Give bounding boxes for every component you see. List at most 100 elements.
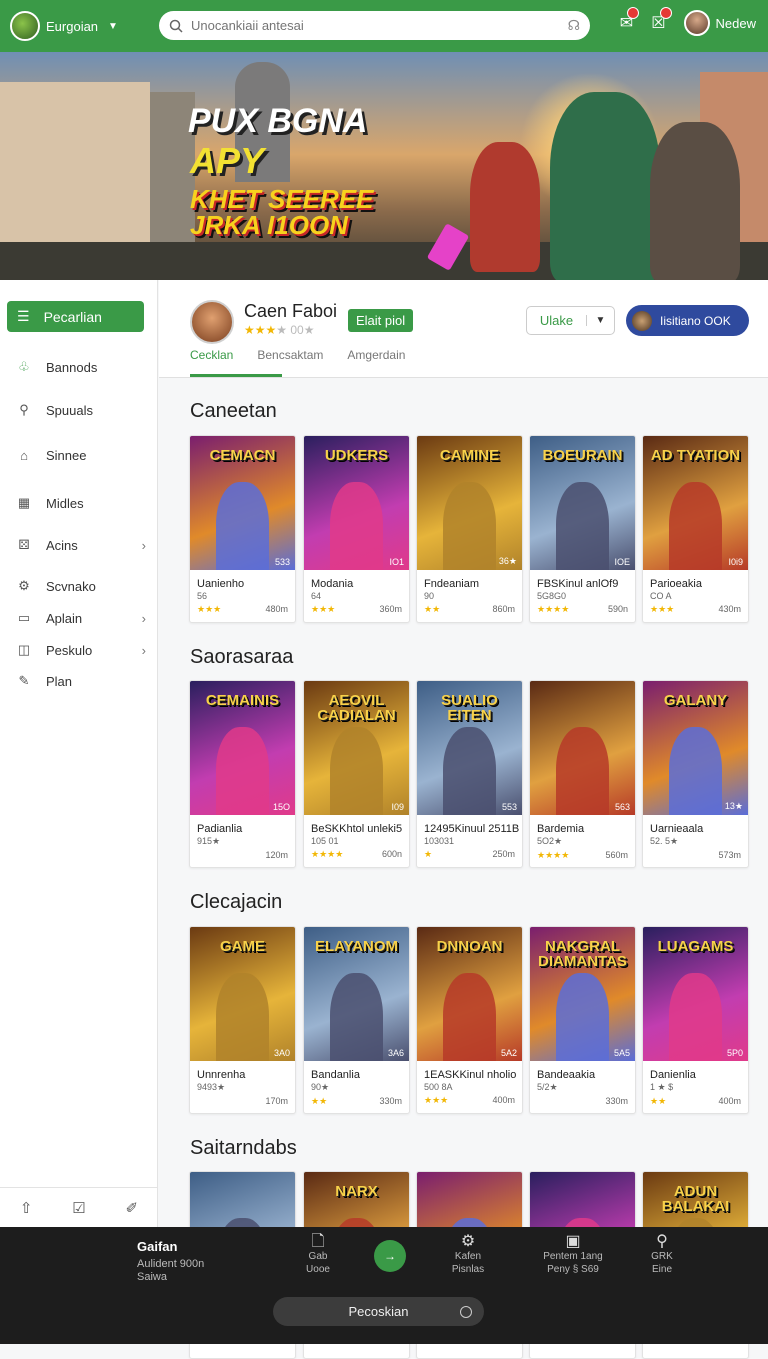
game-card[interactable]: NAKGRAL DIAMANTAS 5A5 Bandeaakia 5/2★ 330m xyxy=(529,926,636,1114)
sidebar-item-plan[interactable]: ✎ Plan xyxy=(16,673,146,689)
notifications-icon[interactable]: ✉ xyxy=(620,7,640,33)
download-size: 480m xyxy=(265,604,288,614)
game-card[interactable]: UDKERS IO1 Modania 64 ★★★ 360m xyxy=(303,435,410,623)
game-card[interactable]: ELAYANOM 3A6 Bandanlia 90★ ★★ 330m xyxy=(303,926,410,1114)
game-card[interactable]: CEMACN 533 Uanienho 56 ★★★ 480m xyxy=(189,435,296,623)
game-subinfo: 1 ★ $ xyxy=(650,1082,674,1092)
player-control-gab[interactable]: 🗋 Gab Uooe xyxy=(283,1234,353,1276)
game-name: Fndeaniam xyxy=(424,578,480,590)
game-cover-art: UDKERS IO1 xyxy=(304,436,409,570)
sidebar-item-midles[interactable]: ▦ Midles xyxy=(16,495,146,511)
game-card[interactable]: AD TYATION I0i9 Parioeakia CO A ★★★ 430m xyxy=(642,435,749,623)
player-bar-label: Pecoskian xyxy=(348,1304,409,1319)
tab-cecklan[interactable]: Cecklan xyxy=(190,348,233,362)
star-rating: ★★★★ xyxy=(537,604,570,614)
hero-line-4: JRKA I1OON xyxy=(190,210,348,240)
profile-badge[interactable]: Elait piol xyxy=(348,309,414,332)
sidebar-item-aplain[interactable]: ▭ Aplain › xyxy=(16,610,146,626)
hero-banner[interactable]: PUX BGNA APY KHET SEEREE JRKA I1OON xyxy=(0,52,768,280)
sidebar-item-acins[interactable]: ⚄ Acins › xyxy=(16,537,146,553)
cover-size: 5P0 xyxy=(726,1048,743,1058)
sidebar-primary-button[interactable]: ☰ Pecarlian xyxy=(7,301,144,332)
game-card[interactable]: GAME 3A0 Unnrenha 9493★ 170m xyxy=(189,926,296,1114)
play-button[interactable]: → xyxy=(374,1240,406,1272)
sidebar-item-sinnee[interactable]: ⌂ Sinnee xyxy=(16,448,146,463)
game-card[interactable]: SUALIO EITEN 553 12495Kinuul 2511B 103031 ★ 2… xyxy=(416,680,523,868)
mini-avatar xyxy=(632,310,652,331)
dice-icon: ⚄ xyxy=(18,537,30,552)
sidebar-item-label: Scvnako xyxy=(46,578,96,594)
cover-figure xyxy=(443,973,496,1061)
control-sub: Eine xyxy=(651,1264,672,1275)
game-card[interactable]: LUAGAMS 5P0 Danienlia 1 ★ $ ★★ 400m xyxy=(642,926,749,1114)
checklist-icon[interactable]: ☑ xyxy=(72,1199,85,1217)
user-menu[interactable]: Nedew xyxy=(683,10,756,36)
star-rating: ★★★ xyxy=(650,604,675,614)
tab-amgerdain[interactable]: Amgerdain xyxy=(347,348,405,362)
cover-size: 563 xyxy=(614,802,630,812)
cover-size: I09 xyxy=(391,802,404,812)
profile-action-label: Iisitiano OOK xyxy=(660,313,731,328)
sidebar-item-label: Aplain xyxy=(46,610,83,626)
sidebar-item-label: Acins xyxy=(46,537,78,553)
game-card[interactable]: CEMAINIS 15O Padianlia 915★ 120m xyxy=(189,680,296,868)
cover-title: UDKERS xyxy=(324,447,389,464)
game-cover-art: ELAYANOM 3A6 xyxy=(304,927,409,1061)
player-progress-bar[interactable]: Pecoskian xyxy=(273,1297,484,1326)
sidebar-item-scvnako[interactable]: ⚙ Scvnako xyxy=(16,578,146,594)
game-name: Bardemia xyxy=(537,823,585,835)
game-card[interactable]: BOEURAIN IOE FBSKinul anlOf9 5G8G0 ★★★★ 590n xyxy=(529,435,636,623)
upload-icon[interactable]: ⇧ xyxy=(20,1199,33,1217)
section-title: Saitarndabs xyxy=(190,1137,297,1159)
game-cover-art: AEOVIL CADIALAN I09 xyxy=(304,681,409,815)
game-card[interactable]: CAMINE 36★ Fndeaniam 90 ★★ 860m xyxy=(416,435,523,623)
player-control-pentem[interactable]: ▣ Pentem 1ang Peny § S69 xyxy=(533,1234,613,1276)
download-size: 250m xyxy=(492,849,515,859)
player-subtitle: Aulident 900n Saiwa xyxy=(137,1258,204,1284)
sidebar-item-peskulo[interactable]: ◫ Peskulo › xyxy=(16,642,146,658)
sidebar-item-bannods[interactable]: ♧ Bannods xyxy=(16,359,146,375)
sidebar-item-spuuals[interactable]: ⚲ Spuuals xyxy=(16,402,146,418)
profile-action-button[interactable]: Iisitiano OOK xyxy=(626,305,749,336)
player-control-grk[interactable]: ⚲ GRK Eine xyxy=(627,1234,697,1276)
cover-figure xyxy=(443,482,496,570)
cover-figure xyxy=(216,482,269,570)
game-card[interactable]: DNNOAN 5A2 1EASKKinul nholio 500 8A ★★★ 400m xyxy=(416,926,523,1114)
download-size: 330m xyxy=(605,1096,628,1106)
cover-figure xyxy=(216,727,269,815)
download-size: 590n xyxy=(607,604,628,614)
voice-search-icon[interactable]: ☊ xyxy=(568,17,580,34)
profile-header: Caen Faboi ★★★★ 00★ Elait piol Cecklan B… xyxy=(159,280,768,378)
download-size: 170m xyxy=(265,1096,288,1106)
cover-size: 5A2 xyxy=(500,1048,517,1058)
hero-character-3 xyxy=(650,122,740,280)
grid-icon: ▦ xyxy=(17,495,31,510)
download-size: 330m xyxy=(379,1096,402,1106)
cover-title: CEMAINIS xyxy=(205,692,280,709)
profile-avatar[interactable] xyxy=(190,300,234,344)
arrow-right-icon: → xyxy=(384,1249,396,1263)
game-card[interactable]: 563 Bardemia 5O2★ ★★★★ 560m xyxy=(529,680,636,868)
section-title: Clecajacin xyxy=(190,891,283,913)
game-name: Uarnieaala xyxy=(650,823,704,835)
game-meta: ★★★★ 600n xyxy=(304,846,409,860)
cover-size: 3A6 xyxy=(387,1048,404,1058)
control-sub: Peny § S69 xyxy=(547,1264,599,1275)
profile-select[interactable]: Ulake ▼ xyxy=(526,306,615,335)
player-sub-2: Saiwa xyxy=(137,1271,167,1283)
brand-menu[interactable]: Eurgoian ▼ xyxy=(10,11,160,41)
profile-name: Caen Faboi xyxy=(244,301,338,321)
download-size: 360m xyxy=(379,604,402,614)
pen-icon[interactable]: ✐ xyxy=(126,1199,139,1217)
tab-bencsaktam[interactable]: Bencsaktam xyxy=(257,348,323,362)
cover-title: GALANY xyxy=(663,692,728,709)
game-card[interactable]: AEOVIL CADIALAN I09 BeSKKhtol unleki5 105 0… xyxy=(303,680,410,868)
game-card[interactable]: GALANY 13★ Uarnieaala 52. 5★ 573m xyxy=(642,680,749,868)
player-sub-1: Aulident 900n xyxy=(137,1258,205,1270)
player-control-kafen[interactable]: ⚙ Kafen Pisnlas xyxy=(433,1234,503,1276)
section-title: Saorasaraa xyxy=(190,646,294,668)
messages-icon[interactable]: ☒ xyxy=(651,7,672,33)
brand-logo xyxy=(10,11,40,41)
search-input[interactable] xyxy=(191,18,560,33)
search-bar[interactable]: ☊ xyxy=(159,11,590,40)
